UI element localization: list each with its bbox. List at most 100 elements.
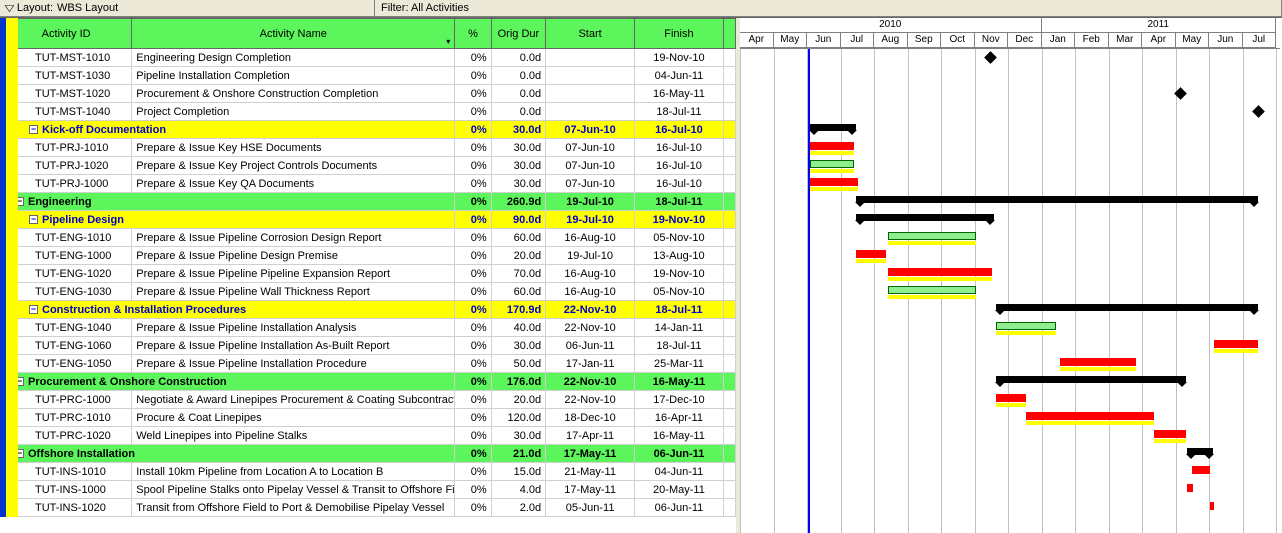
group-title[interactable]: −Kick-off Documentation <box>1 121 455 139</box>
baseline-bar <box>856 259 886 263</box>
table-row[interactable]: TUT-MST-1020 Procurement & Onshore Const… <box>1 85 736 103</box>
cell-dur: 30.0d <box>491 337 546 355</box>
table-row[interactable]: −Construction & Installation Procedures … <box>1 301 736 319</box>
table-row[interactable]: TUT-ENG-1060 Prepare & Issue Pipeline In… <box>1 337 736 355</box>
cell-finish: 19-Nov-10 <box>635 265 724 283</box>
group-title[interactable]: −Engineering <box>1 193 455 211</box>
table-row[interactable]: TUT-INS-1020 Transit from Offshore Field… <box>1 499 736 517</box>
col-activity-id[interactable]: Activity ID <box>1 19 132 49</box>
collapse-icon[interactable]: − <box>29 215 38 224</box>
table-row[interactable]: −Pipeline Design 0% 90.0d 19-Jul-10 19-N… <box>1 211 736 229</box>
col-activity-name[interactable]: Activity Name ▾ <box>132 19 455 49</box>
activity-bar <box>888 268 992 276</box>
cell-start: 16-Aug-10 <box>546 229 635 247</box>
cell-id: TUT-PRJ-1000 <box>1 175 132 193</box>
cell-start: 07-Jun-10 <box>546 139 635 157</box>
cell-id: TUT-ENG-1000 <box>1 247 132 265</box>
table-row[interactable]: TUT-MST-1030 Pipeline Installation Compl… <box>1 67 736 85</box>
activity-bar <box>888 286 976 294</box>
milestone-marker <box>984 51 997 64</box>
activity-bar <box>1026 412 1154 420</box>
cell-dur: 2.0d <box>491 499 546 517</box>
col-dur[interactable]: Orig Dur <box>491 19 546 49</box>
table-row[interactable]: −Procurement & Onshore Construction 0% 1… <box>1 373 736 391</box>
table-row[interactable]: TUT-INS-1010 Install 10km Pipeline from … <box>1 463 736 481</box>
filter-selector[interactable]: Filter: All Activities <box>375 0 1282 16</box>
group-title[interactable]: −Construction & Installation Procedures <box>1 301 455 319</box>
cell-pct: 0% <box>455 373 491 391</box>
table-row[interactable]: TUT-PRC-1020 Weld Linepipes into Pipelin… <box>1 427 736 445</box>
baseline-bar <box>810 187 858 191</box>
table-row[interactable]: −Offshore Installation 0% 21.0d 17-May-1… <box>1 445 736 463</box>
cell-pct: 0% <box>455 319 491 337</box>
cell-name: Transit from Offshore Field to Port & De… <box>132 499 455 517</box>
filter-icon[interactable]: ▾ <box>446 37 450 46</box>
cell-start: 06-Jun-11 <box>546 337 635 355</box>
cell-id: TUT-ENG-1060 <box>1 337 132 355</box>
cell-name: Prepare & Issue Pipeline Wall Thickness … <box>132 283 455 301</box>
baseline-bar <box>888 295 976 299</box>
cell-dur: 30.0d <box>491 139 546 157</box>
activity-bar <box>1192 466 1210 474</box>
cell-start: 22-Nov-10 <box>546 391 635 409</box>
cell-pct: 0% <box>455 499 491 517</box>
month-label: Jan <box>1042 33 1076 48</box>
cell-finish: 20-May-11 <box>635 481 724 499</box>
table-row[interactable]: TUT-INS-1000 Spool Pipeline Stalks onto … <box>1 481 736 499</box>
table-row[interactable]: TUT-ENG-1030 Prepare & Issue Pipeline Wa… <box>1 283 736 301</box>
table-row[interactable]: TUT-PRJ-1010 Prepare & Issue Key HSE Doc… <box>1 139 736 157</box>
month-label: Nov <box>975 33 1009 48</box>
table-row[interactable]: −Engineering 0% 260.9d 19-Jul-10 18-Jul-… <box>1 193 736 211</box>
cell-name: Procure & Coat Linepipes <box>132 409 455 427</box>
group-title[interactable]: −Offshore Installation <box>1 445 455 463</box>
table-row[interactable]: TUT-PRJ-1000 Prepare & Issue Key QA Docu… <box>1 175 736 193</box>
cell-pct: 0% <box>455 121 491 139</box>
collapse-icon[interactable]: − <box>29 125 38 134</box>
cell-dur: 90.0d <box>491 211 546 229</box>
activity-bar <box>1154 430 1186 438</box>
cell-finish: 17-Dec-10 <box>635 391 724 409</box>
cell-id: TUT-PRC-1000 <box>1 391 132 409</box>
cell-finish: 13-Aug-10 <box>635 247 724 265</box>
collapse-icon[interactable]: − <box>29 305 38 314</box>
cell-id: TUT-PRC-1010 <box>1 409 132 427</box>
cell-start: 07-Jun-10 <box>546 121 635 139</box>
month-label: Oct <box>941 33 975 48</box>
table-row[interactable]: −Kick-off Documentation 0% 30.0d 07-Jun-… <box>1 121 736 139</box>
table-row[interactable]: TUT-ENG-1020 Prepare & Issue Pipeline Pi… <box>1 265 736 283</box>
col-start[interactable]: Start <box>546 19 635 49</box>
table-row[interactable]: TUT-PRC-1010 Procure & Coat Linepipes 0%… <box>1 409 736 427</box>
cell-finish: 16-Jul-10 <box>635 175 724 193</box>
cell-dur: 30.0d <box>491 121 546 139</box>
table-row[interactable]: TUT-PRJ-1020 Prepare & Issue Key Project… <box>1 157 736 175</box>
cell-start: 07-Jun-10 <box>546 157 635 175</box>
cell-finish: 16-Jul-10 <box>635 121 724 139</box>
table-row[interactable]: TUT-ENG-1000 Prepare & Issue Pipeline De… <box>1 247 736 265</box>
baseline-bar <box>810 169 854 173</box>
table-row[interactable]: TUT-ENG-1050 Prepare & Issue Pipeline In… <box>1 355 736 373</box>
activity-table[interactable]: Activity ID Activity Name ▾ % Orig Dur S… <box>0 18 736 517</box>
gantt-pane[interactable]: 20102011 AprMayJunJulAugSepOctNovDecJanF… <box>740 18 1280 533</box>
col-pct[interactable]: % <box>455 19 491 49</box>
month-label: Sep <box>908 33 942 48</box>
cell-finish: 05-Nov-10 <box>635 283 724 301</box>
cell-finish: 16-Jul-10 <box>635 139 724 157</box>
col-finish[interactable]: Finish <box>635 19 724 49</box>
month-label: Apr <box>740 33 774 48</box>
group-title[interactable]: −Procurement & Onshore Construction <box>1 373 455 391</box>
activity-bar <box>810 142 854 150</box>
table-row[interactable]: TUT-PRC-1000 Negotiate & Award Linepipes… <box>1 391 736 409</box>
table-row[interactable]: TUT-MST-1040 Project Completion 0% 0.0d … <box>1 103 736 121</box>
group-title[interactable]: −Pipeline Design <box>1 211 455 229</box>
table-row[interactable]: TUT-ENG-1010 Prepare & Issue Pipeline Co… <box>1 229 736 247</box>
cell-name: Prepare & Issue Key QA Documents <box>132 175 455 193</box>
month-label: May <box>1176 33 1210 48</box>
layout-selector[interactable]: ▽ Layout: WBS Layout <box>0 0 375 16</box>
cell-id: TUT-INS-1000 <box>1 481 132 499</box>
cell-pct: 0% <box>455 409 491 427</box>
table-row[interactable]: TUT-MST-1010 Engineering Design Completi… <box>1 49 736 67</box>
table-row[interactable]: TUT-ENG-1040 Prepare & Issue Pipeline In… <box>1 319 736 337</box>
cell-name: Prepare & Issue Pipeline Installation An… <box>132 319 455 337</box>
cell-start: 19-Jul-10 <box>546 211 635 229</box>
activity-bar <box>888 232 976 240</box>
